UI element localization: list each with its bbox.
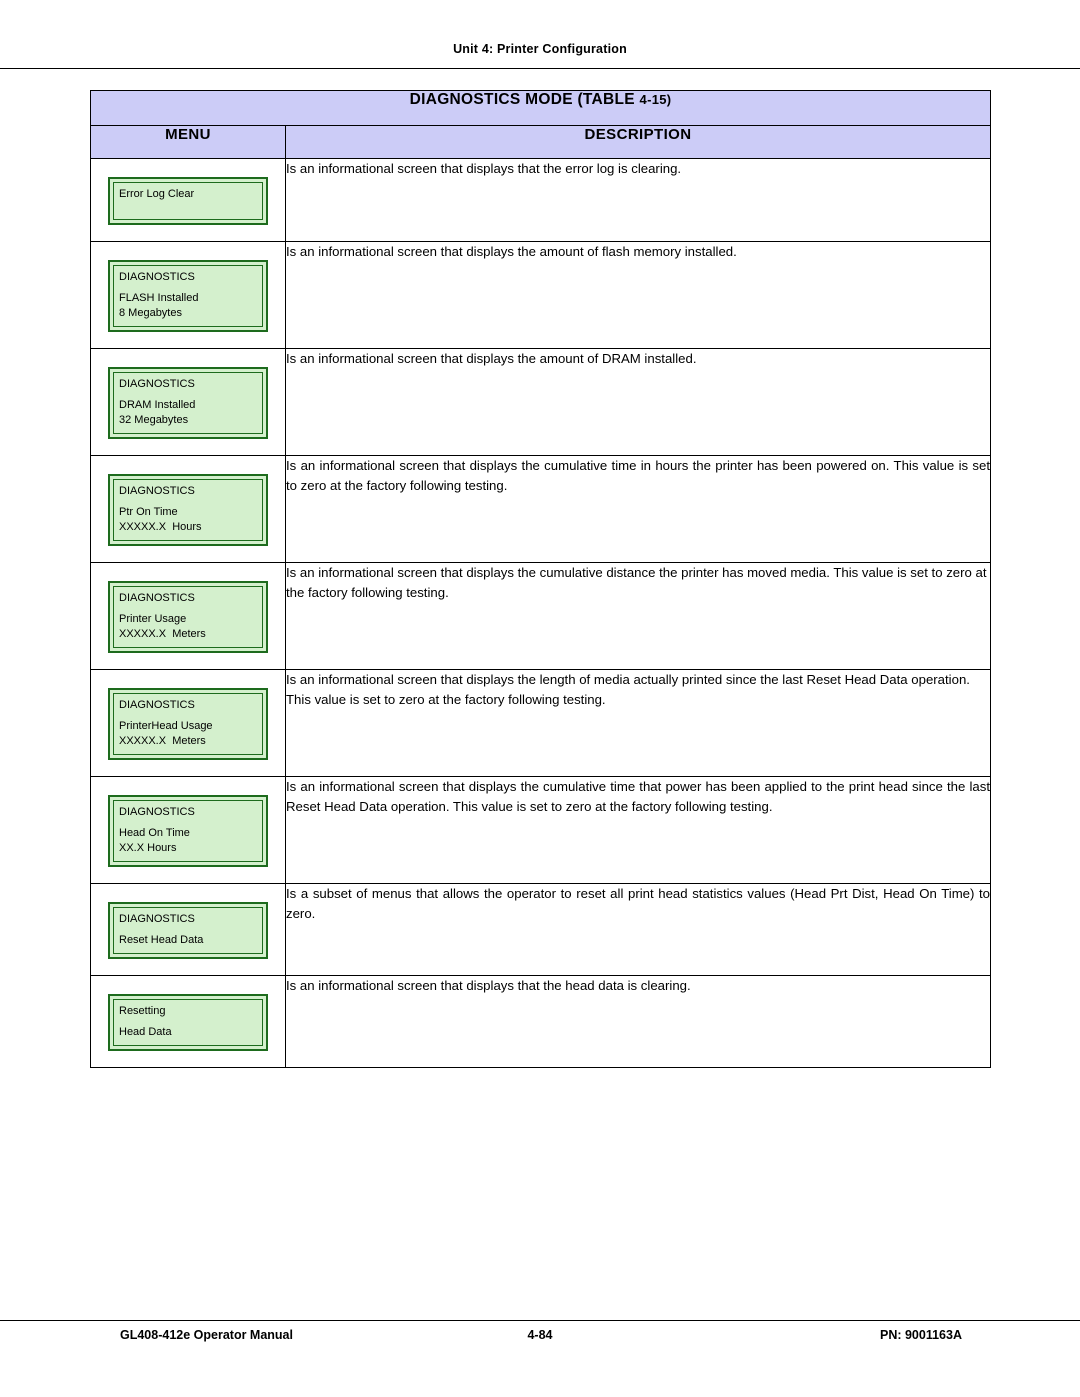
lcd-line-3: XXXXX.X Meters [119, 628, 206, 640]
lcd-screen: DIAGNOSTICS DRAM Installed 32 Megabytes [113, 372, 263, 434]
diagnostics-mode-table: DIAGNOSTICS MODE (TABLE 4-15) MENU DESCR… [89, 90, 992, 1068]
diagnostics-table-wrapper: DIAGNOSTICS MODE (TABLE 4-15) MENU DESCR… [89, 90, 992, 1068]
lcd-line-1: Error Log Clear [119, 188, 195, 200]
lcd-screen: DIAGNOSTICS PrinterHead Usage XXXXX.X Mete… [113, 693, 263, 755]
lcd-line-1: DIAGNOSTICS [119, 378, 195, 390]
table-row: Resetting Head Data Is an informational sc… [90, 975, 992, 1068]
lcd-line-2: FLASH Installed [119, 292, 199, 304]
table-title-main: DIAGNOSTICS MODE (TABLE [409, 91, 640, 108]
description-cell: Is a subset of menus that allows the ope… [284, 883, 992, 976]
description-cell: Is an informational screen that displays… [284, 348, 992, 456]
lcd-screen: DIAGNOSTICS Ptr On Time XXXXX.X Hours [113, 479, 263, 541]
description-cell: Is an informational screen that displays… [284, 158, 992, 242]
table-row: DIAGNOSTICS DRAM Installed 32 Megabytes Is … [90, 348, 992, 456]
menu-cell: DIAGNOSTICS Reset Head Data [90, 883, 286, 976]
table-title-ref: 4-15) [639, 92, 672, 107]
table-row: DIAGNOSTICS FLASH Installed 8 Megabytes Is … [90, 241, 992, 349]
lcd-panel: DIAGNOSTICS DRAM Installed 32 Megabytes [108, 367, 268, 439]
lcd-screen: Error Log Clear [113, 182, 263, 220]
lcd-screen: Resetting Head Data [113, 999, 263, 1046]
lcd-line-1: Resetting [119, 1005, 166, 1017]
table-row: DIAGNOSTICS PrinterHead Usage XXXXX.X Mete… [90, 669, 992, 777]
lcd-panel: DIAGNOSTICS Ptr On Time XXXXX.X Hours [108, 474, 268, 546]
menu-cell: DIAGNOSTICS Printer Usage XXXXX.X Meters [90, 562, 286, 670]
lcd-line-3: 8 Megabytes [119, 307, 182, 319]
lcd-panel: DIAGNOSTICS Reset Head Data [108, 902, 268, 959]
lcd-screen: DIAGNOSTICS FLASH Installed 8 Megabytes [113, 265, 263, 327]
lcd-panel: DIAGNOSTICS FLASH Installed 8 Megabytes [108, 260, 268, 332]
lcd-line-3: XX.X Hours [119, 842, 177, 854]
lcd-line-3: 32 Megabytes [119, 414, 189, 426]
column-header-menu: MENU [90, 125, 286, 159]
table-title-row: DIAGNOSTICS MODE (TABLE 4-15) [89, 90, 992, 126]
description-cell: Is an informational screen that displays… [284, 562, 992, 670]
description-cell: Is an informational screen that displays… [284, 975, 992, 1068]
lcd-screen: DIAGNOSTICS Head On Time XX.X Hours [113, 800, 263, 862]
document-page: Unit 4: Printer Configuration DIAGNOSTIC… [0, 0, 1080, 1397]
menu-cell: DIAGNOSTICS FLASH Installed 8 Megabytes [90, 241, 286, 349]
lcd-panel: DIAGNOSTICS Head On Time XX.X Hours [108, 795, 268, 867]
lcd-line-3: XXXXX.X Meters [119, 735, 206, 747]
lcd-line-3: XXXXX.X Hours [119, 521, 202, 533]
lcd-line-2: Head Data [119, 1026, 172, 1038]
table-header-row: MENU DESCRIPTION [90, 125, 992, 159]
lcd-line-1: DIAGNOSTICS [119, 806, 195, 818]
menu-cell: Error Log Clear [90, 158, 286, 242]
lcd-screen: DIAGNOSTICS Printer Usage XXXXX.X Meters [113, 586, 263, 648]
table-row: Error Log Clear Is an informational scree… [90, 158, 992, 242]
table-row: DIAGNOSTICS Ptr On Time XXXXX.X Hours Is an… [90, 455, 992, 563]
table-row: DIAGNOSTICS Printer Usage XXXXX.X Meters Is… [90, 562, 992, 670]
lcd-line-2: Head On Time [119, 827, 190, 839]
lcd-line-2: Printer Usage [119, 613, 187, 625]
description-cell: Is an informational screen that displays… [284, 241, 992, 349]
running-head: Unit 4: Printer Configuration [453, 42, 627, 56]
lcd-line-1: DIAGNOSTICS [119, 592, 195, 604]
lcd-line-1: DIAGNOSTICS [119, 485, 195, 497]
lcd-line-1: DIAGNOSTICS [119, 913, 195, 925]
lcd-panel: DIAGNOSTICS PrinterHead Usage XXXXX.X Mete… [108, 688, 268, 760]
lcd-line-2: PrinterHead Usage [119, 720, 213, 732]
column-header-description: DESCRIPTION [284, 125, 992, 159]
table-title-cell: DIAGNOSTICS MODE (TABLE 4-15) [89, 90, 992, 126]
menu-cell: Resetting Head Data [90, 975, 286, 1068]
menu-cell: DIAGNOSTICS Head On Time XX.X Hours [90, 776, 286, 884]
footer-rule [0, 1320, 1080, 1321]
lcd-panel: Resetting Head Data [108, 994, 268, 1051]
lcd-line-2: DRAM Installed [119, 399, 196, 411]
lcd-screen: DIAGNOSTICS Reset Head Data [113, 907, 263, 954]
lcd-line-1: DIAGNOSTICS [119, 271, 195, 283]
description-cell: Is an informational screen that displays… [284, 455, 992, 563]
footer-part-number: PN: 9001163A [879, 1328, 962, 1342]
table-row: DIAGNOSTICS Head On Time XX.X Hours Is an i… [90, 776, 992, 884]
menu-cell: DIAGNOSTICS PrinterHead Usage XXXXX.X Mete… [90, 669, 286, 777]
lcd-line-2: Reset Head Data [119, 934, 204, 946]
description-cell: Is an informational screen that displays… [284, 776, 992, 884]
menu-cell: DIAGNOSTICS DRAM Installed 32 Megabytes [90, 348, 286, 456]
lcd-panel: DIAGNOSTICS Printer Usage XXXXX.X Meters [108, 581, 268, 653]
lcd-line-1: DIAGNOSTICS [119, 699, 195, 711]
lcd-line-2: Ptr On Time [119, 506, 178, 518]
description-cell: Is an informational screen that displays… [284, 669, 992, 777]
header-rule [0, 68, 1080, 69]
table-row: DIAGNOSTICS Reset Head Data Is a subset of… [90, 883, 992, 976]
lcd-panel: Error Log Clear [108, 177, 268, 225]
menu-cell: DIAGNOSTICS Ptr On Time XXXXX.X Hours [90, 455, 286, 563]
